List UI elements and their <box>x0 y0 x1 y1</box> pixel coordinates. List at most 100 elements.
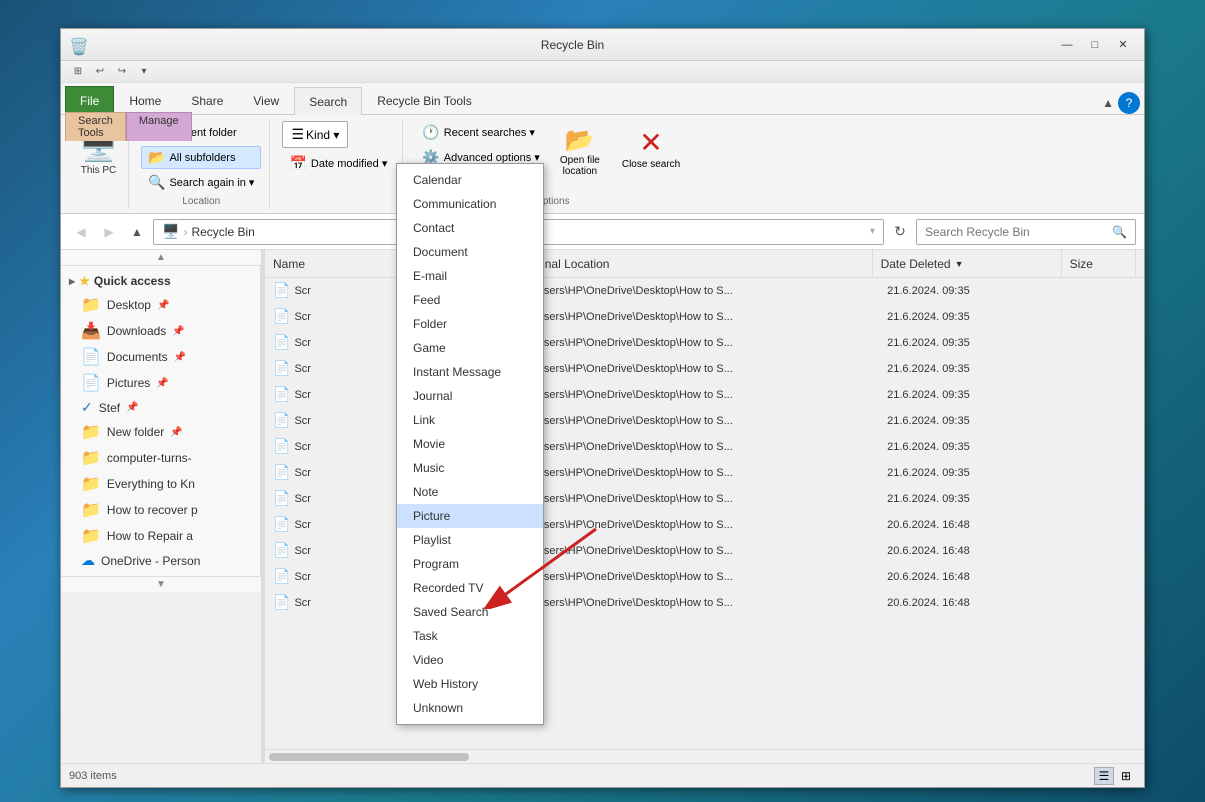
tiles-view-button[interactable]: ⊞ <box>1116 767 1136 785</box>
item-count: 903 items <box>69 770 117 782</box>
search-bar[interactable]: 🔍 <box>916 219 1136 245</box>
sidebar-item-label: New folder <box>107 425 164 439</box>
main-content: ▲ ▶ ★ Quick access 📁 Desktop 📌 <box>61 250 1144 763</box>
dropdown-item-game[interactable]: Game <box>397 336 543 360</box>
tab-file[interactable]: File <box>65 86 114 114</box>
file-cell-location: C:\Users\HP\OneDrive\Desktop\How to S... <box>514 597 879 609</box>
col-header-date[interactable]: Date Deleted ▼ <box>873 250 1062 277</box>
sidebar-item-how-to-repair[interactable]: 📁 How to Repair a <box>61 523 260 549</box>
dropdown-item-unknown[interactable]: Unknown <box>397 696 543 720</box>
dropdown-item-recorded-tv[interactable]: Recorded TV <box>397 576 543 600</box>
all-subfolders-button[interactable]: 📂 All subfolders <box>141 146 261 169</box>
dropdown-item-picture[interactable]: Picture <box>397 504 543 528</box>
dropdown-item-web-history[interactable]: Web History <box>397 672 543 696</box>
file-name: Scr <box>294 441 311 453</box>
maximize-button[interactable]: □ <box>1082 35 1108 55</box>
close-search-icon: ✕ <box>639 126 662 159</box>
address-chevron-icon: ▾ <box>870 226 875 237</box>
horizontal-scrollbar[interactable] <box>265 749 1144 763</box>
dropdown-item-instant-message[interactable]: Instant Message <box>397 360 543 384</box>
dropdown-item-email[interactable]: E-mail <box>397 264 543 288</box>
forward-button[interactable]: ▶ <box>97 220 121 244</box>
sidebar-scroll-up[interactable]: ▲ <box>61 250 261 266</box>
ribbon-collapse-button[interactable]: ▲ <box>1102 96 1114 110</box>
help-button[interactable]: ? <box>1118 92 1140 114</box>
sidebar-item-how-to-recover[interactable]: 📁 How to recover p <box>61 497 260 523</box>
dropdown-item-communication[interactable]: Communication <box>397 192 543 216</box>
tab-share[interactable]: Share <box>176 86 238 114</box>
file-cell-location: C:\Users\HP\OneDrive\Desktop\How to S... <box>514 493 879 505</box>
qat-properties-button[interactable]: ⊞ <box>69 63 87 81</box>
close-search-button[interactable]: ✕ Close search <box>613 121 689 175</box>
sidebar-item-label: computer-turns- <box>107 451 192 465</box>
nav-bar: ◀ ▶ ▲ 🖥️ › Recycle Bin ▾ ↻ 🔍 <box>61 214 1144 250</box>
file-cell-location: C:\Users\HP\OneDrive\Desktop\How to S... <box>514 311 879 323</box>
tab-home[interactable]: Home <box>114 86 176 114</box>
dropdown-item-contact[interactable]: Contact <box>397 216 543 240</box>
dropdown-item-playlist[interactable]: Playlist <box>397 528 543 552</box>
dropdown-item-journal[interactable]: Journal <box>397 384 543 408</box>
new-folder-icon: 📁 <box>81 422 101 442</box>
file-name: Scr <box>294 363 311 375</box>
open-file-location-button[interactable]: 📂 Open filelocation <box>551 121 609 182</box>
sidebar-section-quick-access[interactable]: ▶ ★ Quick access <box>61 270 260 292</box>
dropdown-item-note[interactable]: Note <box>397 480 543 504</box>
quick-access-label: Quick access <box>94 274 171 288</box>
sidebar-item-desktop[interactable]: 📁 Desktop 📌 <box>61 292 260 318</box>
dropdown-item-folder[interactable]: Folder <box>397 312 543 336</box>
details-view-button[interactable]: ☰ <box>1094 767 1114 785</box>
back-button[interactable]: ◀ <box>69 220 93 244</box>
qat-more-button[interactable]: ▾ <box>135 63 153 81</box>
dropdown-item-music[interactable]: Music <box>397 456 543 480</box>
dropdown-item-task[interactable]: Task <box>397 624 543 648</box>
sidebar-item-label: How to recover p <box>107 503 198 517</box>
downloads-icon: 📥 <box>81 321 101 341</box>
dropdown-item-video[interactable]: Video <box>397 648 543 672</box>
dropdown-item-program[interactable]: Program <box>397 552 543 576</box>
file-cell-location: C:\Users\HP\OneDrive\Desktop\How to S... <box>514 467 879 479</box>
up-button[interactable]: ▲ <box>125 220 149 244</box>
scroll-up-icon: ▲ <box>156 252 166 263</box>
sidebar-item-pictures[interactable]: 📄 Pictures 📌 <box>61 370 260 396</box>
sidebar-item-everything-to[interactable]: 📁 Everything to Kn <box>61 471 260 497</box>
file-icon: 📄 <box>273 516 290 533</box>
sidebar-item-new-folder[interactable]: 📁 New folder 📌 <box>61 419 260 445</box>
sidebar-item-documents[interactable]: 📄 Documents 📌 <box>61 344 260 370</box>
col-header-location[interactable]: Original Location <box>511 250 872 277</box>
sidebar-item-downloads[interactable]: 📥 Downloads 📌 <box>61 318 260 344</box>
tab-recycle-bin-tools[interactable]: Recycle Bin Tools <box>362 86 487 114</box>
file-cell-date: 21.6.2024. 09:35 <box>879 415 1070 427</box>
sidebar-item-computer-turns[interactable]: 📁 computer-turns- <box>61 445 260 471</box>
search-again-icon: 🔍 <box>148 174 165 191</box>
file-cell-date: 21.6.2024. 09:35 <box>879 389 1070 401</box>
sidebar-scroll-down[interactable]: ▼ <box>61 576 261 592</box>
recent-searches-button[interactable]: 🕐 Recent searches ▾ <box>415 121 546 144</box>
tab-view[interactable]: View <box>238 86 294 114</box>
file-name: Scr <box>294 415 311 427</box>
dropdown-item-saved-search[interactable]: Saved Search <box>397 600 543 624</box>
dropdown-item-movie[interactable]: Movie <box>397 432 543 456</box>
dropdown-item-link[interactable]: Link <box>397 408 543 432</box>
dropdown-item-document[interactable]: Document <box>397 240 543 264</box>
qat-undo-button[interactable]: ↩ <box>91 63 109 81</box>
col-header-size[interactable]: Size <box>1062 250 1136 277</box>
refresh-button[interactable]: ↻ <box>888 220 912 244</box>
scrollbar-thumb[interactable] <box>269 753 469 761</box>
search-input[interactable] <box>925 225 1108 239</box>
tab-manage-context[interactable]: Manage <box>126 112 192 141</box>
sidebar-item-onedrive[interactable]: ☁ OneDrive - Person <box>61 549 260 572</box>
kind-button[interactable]: ☰ Kind ▾ <box>282 121 348 148</box>
tab-search[interactable]: Search <box>294 87 362 115</box>
pin-icon: 📌 <box>126 402 138 413</box>
search-again-button[interactable]: 🔍 Search again in ▾ <box>141 171 261 194</box>
dropdown-item-calendar[interactable]: Calendar <box>397 168 543 192</box>
sidebar-item-stef[interactable]: ✓ Stef 📌 <box>61 396 260 419</box>
tab-search-tools-context[interactable]: Search Tools <box>65 112 126 141</box>
close-button[interactable]: ✕ <box>1110 35 1136 55</box>
file-cell-date: 20.6.2024. 16:48 <box>879 571 1070 583</box>
dropdown-item-feed[interactable]: Feed <box>397 288 543 312</box>
minimize-button[interactable]: — <box>1054 35 1080 55</box>
date-modified-button[interactable]: 📅 Date modified ▾ <box>282 152 394 175</box>
qat-redo-button[interactable]: ↪ <box>113 63 131 81</box>
file-cell-location: C:\Users\HP\OneDrive\Desktop\How to S... <box>514 415 879 427</box>
